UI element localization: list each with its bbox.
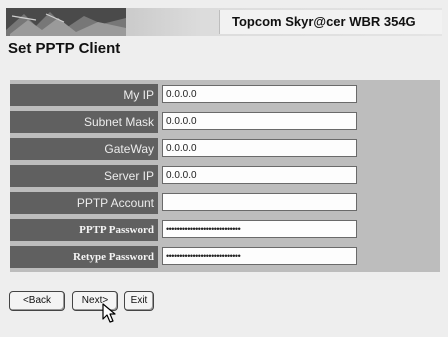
- row-retype-password: Retype Password: [10, 246, 440, 268]
- header-banner: Topcom Skyr@cer WBR 354G: [6, 8, 442, 36]
- row-my-ip: My IP: [10, 84, 440, 106]
- banner-graphic-icon: [6, 8, 126, 36]
- exit-button[interactable]: Exit: [124, 291, 154, 311]
- pptp-password-input[interactable]: [162, 220, 357, 238]
- server-ip-label: Server IP: [10, 165, 158, 187]
- pptp-form: My IP Subnet Mask GateWay Server IP PPTP…: [10, 80, 440, 272]
- my-ip-input[interactable]: [162, 85, 357, 103]
- back-button[interactable]: <Back: [9, 291, 65, 311]
- row-pptp-account: PPTP Account: [10, 192, 440, 214]
- subnet-mask-label: Subnet Mask: [10, 111, 158, 133]
- row-server-ip: Server IP: [10, 165, 440, 187]
- gateway-input[interactable]: [162, 139, 357, 157]
- mouse-pointer-icon: [102, 303, 116, 323]
- row-gateway: GateWay: [10, 138, 440, 160]
- pptp-account-input[interactable]: [162, 193, 357, 211]
- brand-title: Topcom Skyr@cer WBR 354G: [219, 10, 442, 34]
- pptp-account-label: PPTP Account: [10, 192, 158, 214]
- pptp-password-label: PPTP Password: [10, 219, 158, 241]
- page-title: Set PPTP Client: [8, 40, 121, 57]
- subnet-mask-input[interactable]: [162, 112, 357, 130]
- row-subnet-mask: Subnet Mask: [10, 111, 440, 133]
- retype-password-input[interactable]: [162, 247, 357, 265]
- my-ip-label: My IP: [10, 84, 158, 106]
- retype-password-label: Retype Password: [10, 246, 158, 268]
- gateway-label: GateWay: [10, 138, 158, 160]
- server-ip-input[interactable]: [162, 166, 357, 184]
- row-pptp-password: PPTP Password: [10, 219, 440, 241]
